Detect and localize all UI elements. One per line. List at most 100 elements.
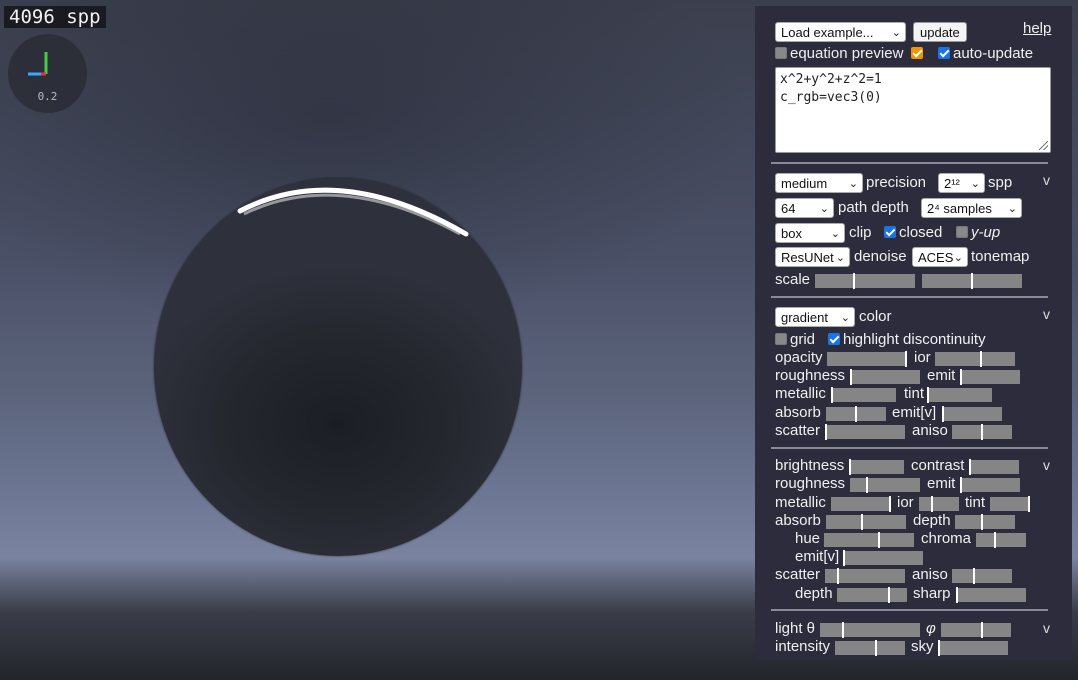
- scale-slider[interactable]: [815, 273, 915, 289]
- scale-label: scale: [775, 271, 811, 288]
- tonemap-label: tonemap: [971, 248, 1030, 265]
- example-select[interactable]: Load example... ⌄: [775, 22, 906, 42]
- ior-slider[interactable]: [935, 351, 1015, 367]
- absorb-label: absorb: [775, 404, 821, 421]
- clip-label: clip: [849, 224, 872, 241]
- material-aniso-slider[interactable]: [952, 568, 1012, 584]
- material-absorb-slider[interactable]: [826, 514, 906, 530]
- closed-checkbox[interactable]: [884, 226, 896, 239]
- spp-counter: 4096 spp: [4, 6, 106, 28]
- scatter-slider[interactable]: [825, 424, 905, 440]
- clip-select[interactable]: box ⌄: [775, 223, 845, 243]
- material-ior-label: ior: [897, 494, 914, 511]
- precision-label: precision: [866, 174, 927, 191]
- path-depth-label: path depth: [838, 199, 909, 216]
- help-link[interactable]: help: [1023, 20, 1051, 37]
- orange-checkbox[interactable]: [910, 47, 923, 60]
- y-up-checkbox[interactable]: [956, 226, 968, 239]
- absorb-slider[interactable]: [826, 406, 886, 422]
- intensity-slider[interactable]: [835, 640, 905, 656]
- chevron-down-icon: ⌄: [1007, 203, 1017, 215]
- chroma-label: chroma: [921, 530, 972, 547]
- material-ior-slider[interactable]: [919, 496, 959, 512]
- highlight-discontinuity-checkbox[interactable]: [828, 333, 840, 346]
- roughness-label: roughness: [775, 367, 846, 384]
- sky-label: sky: [911, 638, 934, 655]
- sharp-slider[interactable]: [956, 587, 1026, 603]
- aniso-slider[interactable]: [952, 424, 1012, 440]
- tonemap-select[interactable]: ACES ⌄: [912, 247, 968, 267]
- tint-label: tint: [904, 385, 925, 402]
- light-phi-label: φ: [926, 620, 936, 637]
- chroma-slider[interactable]: [976, 532, 1026, 548]
- update-button[interactable]: update: [913, 22, 967, 42]
- material-depth2-slider[interactable]: [837, 587, 907, 603]
- collapse-color-toggle[interactable]: v: [1043, 306, 1072, 322]
- equation-preview-checkbox[interactable]: [775, 47, 787, 60]
- sharp-label: sharp: [913, 585, 951, 602]
- light-theta-label: light θ: [775, 620, 816, 637]
- divider: [771, 609, 1048, 611]
- control-panel: Load example... ⌄ update help equation pr…: [755, 6, 1072, 660]
- chevron-down-icon: ⌄: [835, 252, 845, 264]
- precision-select[interactable]: medium ⌄: [775, 173, 863, 193]
- axis-gizmo[interactable]: 0.2: [8, 34, 87, 113]
- metallic-label: metallic: [775, 385, 826, 402]
- collapse-material-toggle[interactable]: v: [1043, 457, 1072, 473]
- brightness-label: brightness: [775, 457, 845, 474]
- material-roughness-slider[interactable]: [850, 477, 920, 493]
- resize-grip-icon[interactable]: [1039, 141, 1048, 150]
- roughness-slider[interactable]: [850, 369, 920, 385]
- material-emit-slider[interactable]: [960, 477, 1020, 493]
- divider: [771, 447, 1048, 449]
- spp-select[interactable]: 2¹² ⌄: [938, 173, 985, 193]
- material-emit-label: emit: [927, 475, 956, 492]
- material-emit-v-label: emit[v]: [795, 548, 840, 565]
- material-depth2-label: depth: [795, 585, 833, 602]
- denoise-select[interactable]: ResUNet ⌄: [775, 247, 850, 267]
- equation-input[interactable]: x^2+y^2+z^2=1 c_rgb=vec3(0): [775, 67, 1051, 153]
- hue-slider[interactable]: [824, 532, 914, 548]
- chevron-down-icon: ⌄: [840, 312, 850, 324]
- tint-slider[interactable]: [927, 387, 992, 403]
- material-emit-v-slider[interactable]: [843, 550, 923, 566]
- material-tint-slider[interactable]: [990, 496, 1030, 512]
- auto-update-checkbox[interactable]: [938, 47, 950, 60]
- material-roughness-label: roughness: [775, 475, 846, 492]
- emit-v-slider[interactable]: [942, 406, 1002, 422]
- equation-preview-label: equation preview: [790, 45, 904, 62]
- emit-slider[interactable]: [960, 369, 1020, 385]
- metallic-slider[interactable]: [831, 387, 896, 403]
- brightness-slider[interactable]: [849, 459, 904, 475]
- grid-checkbox[interactable]: [775, 333, 787, 346]
- material-depth-slider[interactable]: [955, 514, 1015, 530]
- sky-slider[interactable]: [938, 640, 1008, 656]
- material-metallic-slider[interactable]: [831, 496, 891, 512]
- chevron-down-icon: ⌄: [819, 203, 829, 215]
- y-up-label: y-up: [971, 224, 1001, 241]
- path-depth-select[interactable]: 64 ⌄: [775, 198, 834, 218]
- spp-label: spp: [988, 174, 1013, 191]
- color-mode-select[interactable]: gradient ⌄: [775, 307, 855, 327]
- grid-label: grid: [790, 331, 816, 348]
- material-aniso-label: aniso: [912, 566, 948, 583]
- material-scatter-slider[interactable]: [825, 568, 905, 584]
- contrast-slider[interactable]: [969, 459, 1019, 475]
- scale-slider-2[interactable]: [922, 273, 1022, 289]
- light-phi-slider[interactable]: [941, 622, 1011, 638]
- opacity-slider[interactable]: [827, 351, 907, 367]
- collapse-render-toggle[interactable]: v: [1043, 172, 1072, 188]
- material-tint-label: tint: [965, 494, 986, 511]
- axis-scale-label: 0.2: [37, 90, 58, 103]
- light-theta-slider[interactable]: [820, 622, 920, 638]
- aniso-label: aniso: [912, 422, 948, 439]
- intensity-label: intensity: [775, 638, 831, 655]
- emit-v-label: emit[v]: [892, 404, 937, 421]
- collapse-light-toggle[interactable]: v: [1043, 620, 1072, 636]
- closed-label: closed: [899, 224, 943, 241]
- chevron-down-icon: ⌄: [891, 27, 901, 39]
- samples-select[interactable]: 2⁴ samples ⌄: [921, 198, 1022, 218]
- chevron-down-icon: ⌄: [970, 178, 980, 190]
- rendered-sphere: [154, 178, 522, 556]
- color-label: color: [859, 308, 892, 325]
